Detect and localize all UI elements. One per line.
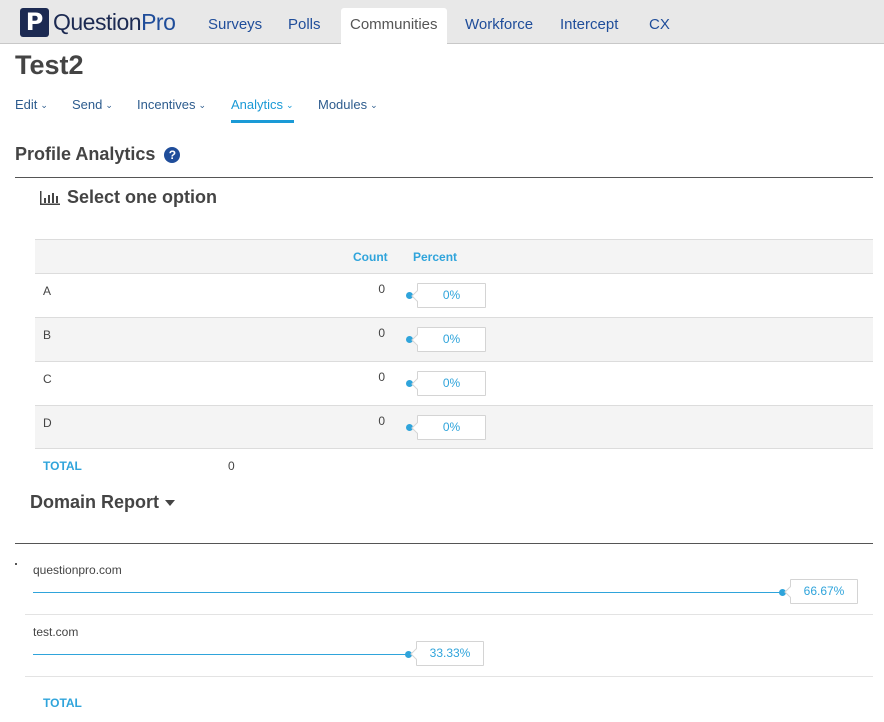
subnav-send[interactable]: Send ⌄ xyxy=(72,97,113,112)
subnav-modules[interactable]: Modules ⌄ xyxy=(318,97,378,112)
subnav-modules-label: Modules xyxy=(318,97,368,112)
section-divider xyxy=(15,543,873,544)
subnav-incentives[interactable]: Incentives ⌄ xyxy=(137,97,206,112)
domain-total-label: TOTAL xyxy=(43,696,82,710)
table-row: B 0 0% xyxy=(35,317,873,361)
question-heading: Select one option xyxy=(40,187,217,208)
subnav-edit-label: Edit xyxy=(15,97,38,112)
domain-percent-bar xyxy=(33,592,782,593)
bar-chart-icon xyxy=(40,190,60,205)
chevron-down-icon: ⌄ xyxy=(198,100,207,110)
profile-analytics-heading: Profile Analytics ? xyxy=(15,144,181,165)
profile-analytics-title: Profile Analytics xyxy=(15,144,156,164)
section-divider xyxy=(15,177,873,178)
subnav-analytics[interactable]: Analytics ⌄ xyxy=(231,97,294,112)
domain-report-toggle[interactable]: Domain Report xyxy=(30,492,176,513)
row-count: 0 xyxy=(378,370,385,384)
table-row: D 0 0% xyxy=(35,405,873,449)
domain-row: questionpro.com 66.67% xyxy=(25,553,873,615)
active-tab-indicator xyxy=(231,120,294,123)
caret-down-icon xyxy=(165,499,176,506)
domain-percent-box: 33.33% xyxy=(416,641,484,666)
question-title: Select one option xyxy=(67,187,218,207)
help-icon[interactable]: ? xyxy=(164,146,181,163)
subnav-incentives-label: Incentives xyxy=(137,97,196,112)
row-label: D xyxy=(43,416,52,430)
nav-intercept[interactable]: Intercept xyxy=(551,8,627,44)
chevron-down-icon: ⌄ xyxy=(286,100,294,110)
percent-value-box: 0% xyxy=(417,371,486,396)
subnav-edit[interactable]: Edit ⌄ xyxy=(15,97,48,112)
column-header-count: Count xyxy=(353,250,388,264)
logo-text-main: Question xyxy=(53,9,142,35)
logo-wordmark: QuestionPro xyxy=(53,9,176,36)
percent-value-box: 0% xyxy=(417,283,486,308)
logo-mark-icon: P xyxy=(20,8,49,37)
table-row: C 0 0% xyxy=(35,361,873,405)
domain-percent-bar xyxy=(33,654,408,655)
nav-cx[interactable]: CX xyxy=(640,8,679,44)
subnav-send-label: Send xyxy=(72,97,103,112)
chevron-down-icon: ⌄ xyxy=(105,100,113,110)
row-count: 0 xyxy=(378,414,385,428)
percent-value-box: 0% xyxy=(417,327,486,352)
row-count: 0 xyxy=(378,282,385,296)
subnav-analytics-label: Analytics xyxy=(231,97,284,112)
table-header-row: Count Percent xyxy=(35,239,873,273)
domain-percent-box: 66.67% xyxy=(790,579,858,604)
chevron-down-icon: ⌄ xyxy=(370,100,378,110)
page-title: Test2 xyxy=(15,50,84,80)
row-label: B xyxy=(43,328,52,342)
question-total-label: TOTAL xyxy=(43,459,82,473)
question-total-value: 0 xyxy=(228,459,235,473)
domain-name: test.com xyxy=(33,625,79,639)
column-header-percent: Percent xyxy=(413,250,458,264)
question-results-table: Count Percent A 0 0% B 0 0% C 0 0% D 0 0… xyxy=(35,239,873,449)
percent-value-box: 0% xyxy=(417,415,486,440)
row-label: A xyxy=(43,284,52,298)
domain-report-title: Domain Report xyxy=(30,492,160,512)
chevron-down-icon: ⌄ xyxy=(40,100,48,110)
row-count: 0 xyxy=(378,326,385,340)
row-label: C xyxy=(43,372,52,386)
logo-text-accent: Pro xyxy=(141,9,176,35)
stray-mark xyxy=(15,563,17,565)
domain-row: test.com 33.33% xyxy=(25,615,873,677)
nav-polls[interactable]: Polls xyxy=(279,8,330,44)
nav-surveys[interactable]: Surveys xyxy=(199,8,271,44)
questionpro-logo[interactable]: P QuestionPro xyxy=(20,8,176,37)
domain-name: questionpro.com xyxy=(33,563,122,577)
top-navigation-bar: P QuestionPro Surveys Polls Communities … xyxy=(0,0,884,45)
nav-workforce[interactable]: Workforce xyxy=(456,8,542,44)
nav-communities[interactable]: Communities xyxy=(341,8,447,45)
table-row: A 0 0% xyxy=(35,273,873,317)
